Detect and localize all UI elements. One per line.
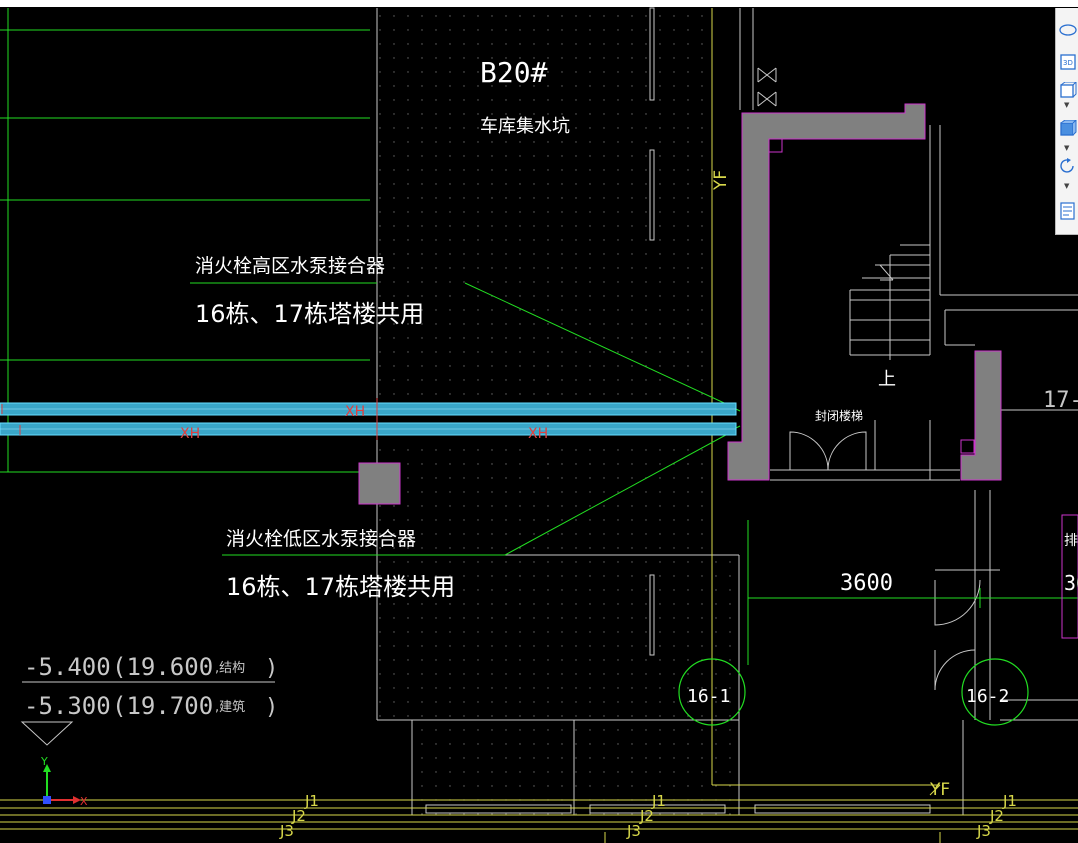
low-zone-subtitle: 16栋、17栋塔楼共用 bbox=[226, 573, 455, 601]
rotate-icon[interactable] bbox=[1059, 158, 1077, 174]
high-zone-title: 消火栓高区水泵接合器 bbox=[195, 255, 385, 277]
ucs-y-label: Y bbox=[40, 755, 48, 768]
yf-label-vertical: YF bbox=[711, 170, 731, 191]
axis-label-16-1: 16-1 bbox=[687, 686, 730, 707]
chevron-down-icon[interactable]: ▼ bbox=[1064, 183, 1069, 190]
elevation-building-abs: (19.700 bbox=[112, 692, 213, 720]
room-code: B20# bbox=[480, 56, 548, 89]
beam-j3-c: J3 bbox=[976, 822, 991, 840]
beam-j1-a: J1 bbox=[304, 792, 319, 810]
solid-view-icon[interactable] bbox=[1059, 118, 1078, 136]
orbit-icon[interactable] bbox=[1059, 22, 1077, 38]
right-cut-text-3: 36 bbox=[1064, 571, 1078, 595]
stair-label: 封闭楼梯 bbox=[815, 408, 863, 423]
cad-drawing-canvas[interactable]: B20# 车库集水坑 消火栓高区水泵接合器 16栋、17栋塔楼共用 消火栓低区水… bbox=[0, 0, 1078, 843]
ucs-icon: Y X bbox=[40, 755, 88, 808]
right-cut-text-2: 排 bbox=[1064, 533, 1078, 549]
ucs-x-label: X bbox=[80, 795, 88, 808]
view-3d-icon[interactable]: 3D bbox=[1059, 54, 1077, 70]
beam-j3-b: J3 bbox=[626, 822, 641, 840]
dimension-3600: 3600 bbox=[840, 571, 893, 596]
elevation-structure: -5.400 bbox=[24, 653, 111, 681]
axis-label-16-2: 16-2 bbox=[966, 686, 1009, 707]
yf-label-bottom: YF bbox=[929, 780, 950, 800]
xh-pipe-lower[interactable] bbox=[0, 422, 737, 436]
xh-pipe-upper[interactable] bbox=[0, 402, 737, 416]
xh-label-2: XH bbox=[180, 426, 200, 442]
elevation-building-note: ,建筑 bbox=[215, 699, 245, 715]
properties-icon[interactable] bbox=[1059, 202, 1077, 220]
xh-label-1: XH bbox=[345, 404, 365, 420]
beam-j1-c: J1 bbox=[1002, 792, 1017, 810]
high-zone-subtitle: 16栋、17栋塔楼共用 bbox=[195, 300, 424, 328]
elevation-building: -5.300 bbox=[24, 692, 111, 720]
svg-text:3D: 3D bbox=[1063, 59, 1073, 67]
elevation-structure-close: ) bbox=[265, 656, 278, 681]
elevation-structure-abs: (19.600 bbox=[112, 653, 213, 681]
room-name: 车库集水坑 bbox=[480, 116, 570, 137]
elevation-building-close: ) bbox=[265, 695, 278, 720]
chevron-down-icon[interactable]: ▼ bbox=[1064, 102, 1069, 109]
low-zone-title: 消火栓低区水泵接合器 bbox=[226, 528, 416, 550]
chevron-down-icon[interactable]: ▼ bbox=[1064, 145, 1069, 152]
beam-j3-a: J3 bbox=[279, 822, 294, 840]
box-view-icon[interactable] bbox=[1059, 80, 1078, 98]
beam-j2-b: J2 bbox=[639, 807, 654, 825]
stair-up-label: 上 bbox=[878, 369, 896, 390]
elevation-structure-note: ,结构 bbox=[215, 661, 245, 676]
right-cut-text: 17- bbox=[1043, 388, 1078, 413]
xh-label-3: XH bbox=[528, 426, 548, 442]
view-toolbar: 3D ▼ ▼ ▼ bbox=[1055, 8, 1078, 235]
beam-j2-c: J2 bbox=[989, 807, 1004, 825]
